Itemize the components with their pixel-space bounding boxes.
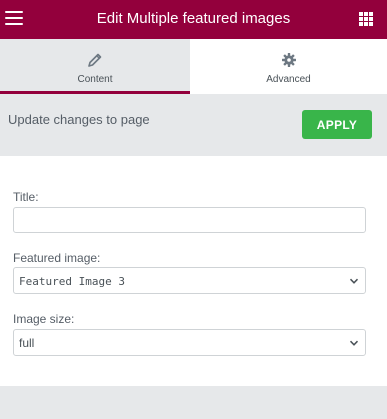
apply-bar: Update changes to page APPLY [0,94,387,156]
panel-tabs: Content Advanced [0,39,387,94]
featured-image-label: Featured image: [13,251,101,265]
title-label: Title: [13,190,39,204]
update-changes-text: Update changes to page [8,112,150,127]
grid-apps-icon[interactable] [359,12,373,26]
editor-header: Edit Multiple featured images [0,0,387,39]
title-input[interactable] [13,207,366,233]
settings-panel: Title: Featured image: Featured Image 3 … [0,156,387,386]
chevron-down-icon [349,340,359,346]
tab-content-label: Content [77,74,113,85]
featured-image-select[interactable]: Featured Image 3 [13,267,366,294]
image-size-value: full [19,336,35,350]
gear-icon [281,53,296,67]
tab-content[interactable]: Content [0,39,190,94]
chevron-down-icon [349,278,359,284]
tab-advanced-label: Advanced [266,74,311,85]
featured-image-value: Featured Image 3 [19,275,125,288]
tab-advanced[interactable]: Advanced [190,39,387,94]
pencil-icon [88,53,102,67]
image-size-label: Image size: [13,312,75,326]
image-size-select[interactable]: full [13,329,366,356]
panel-title: Edit Multiple featured images [96,10,291,27]
apply-button[interactable]: APPLY [302,110,372,139]
